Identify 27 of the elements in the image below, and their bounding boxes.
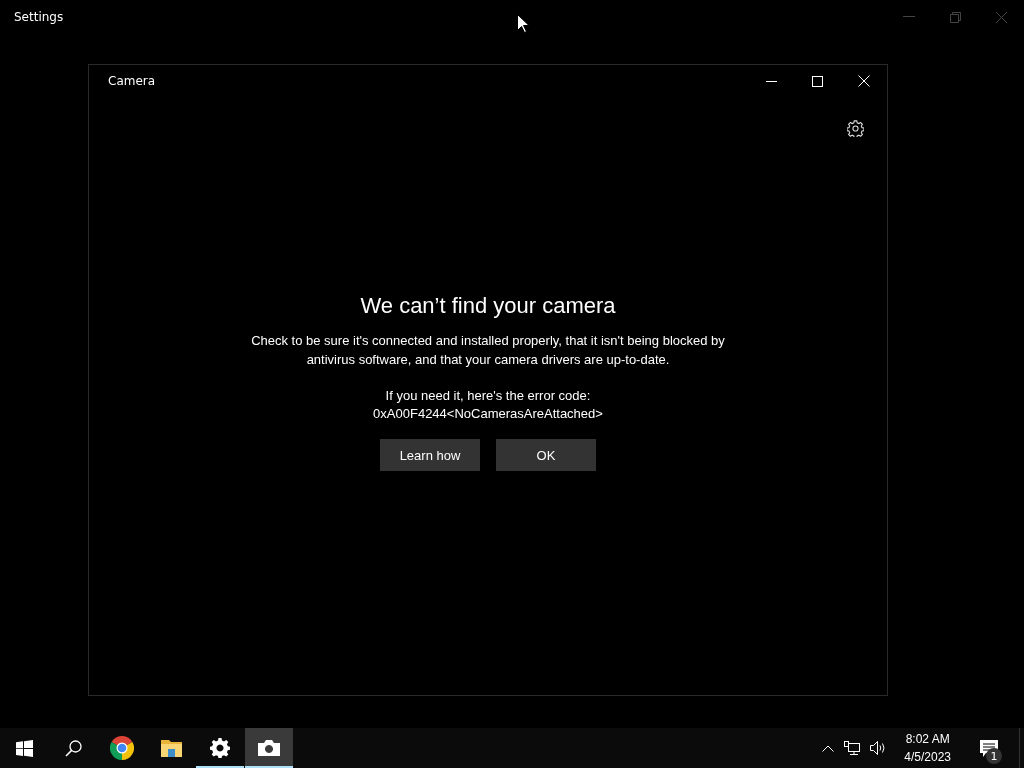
error-code-label: If you need it, here's the error code: bbox=[385, 387, 591, 405]
error-message: Check to be sure it's connected and installed properly, that it isn't being blocked by antivirus software, and that your camera drivers are up-to-date. bbox=[250, 332, 726, 369]
camera-icon bbox=[258, 740, 280, 756]
camera-taskbar-button[interactable] bbox=[245, 728, 293, 768]
settings-icon bbox=[210, 738, 230, 758]
clock[interactable]: 8:02 AM 4/5/2023 bbox=[896, 730, 959, 766]
mouse-cursor-icon bbox=[517, 14, 529, 33]
folder-icon bbox=[160, 739, 182, 757]
maximize-icon[interactable] bbox=[812, 75, 823, 87]
minimize-icon[interactable] bbox=[766, 80, 777, 82]
ok-button[interactable]: OK bbox=[496, 439, 596, 471]
notification-badge: 1 bbox=[986, 748, 1002, 764]
chevron-up-icon[interactable] bbox=[822, 744, 835, 752]
settings-icon[interactable] bbox=[847, 120, 864, 137]
date-text: 4/5/2023 bbox=[904, 749, 951, 766]
window-title: Settings bbox=[14, 10, 64, 24]
network-icon[interactable] bbox=[844, 741, 861, 755]
browser-icon bbox=[110, 736, 134, 760]
window-title: Camera bbox=[108, 74, 156, 88]
error-code: 0xA00F4244<NoCamerasAreAttached> bbox=[373, 405, 603, 423]
notification-button[interactable]: 1 bbox=[969, 728, 1009, 768]
speaker-icon[interactable] bbox=[870, 741, 887, 755]
error-heading: We can’t find your camera bbox=[360, 293, 616, 319]
time-text: 8:02 AM bbox=[905, 731, 950, 748]
windows-logo-icon bbox=[15, 739, 33, 757]
learn-how-button[interactable]: Learn how bbox=[380, 439, 480, 471]
search-icon bbox=[64, 739, 82, 757]
